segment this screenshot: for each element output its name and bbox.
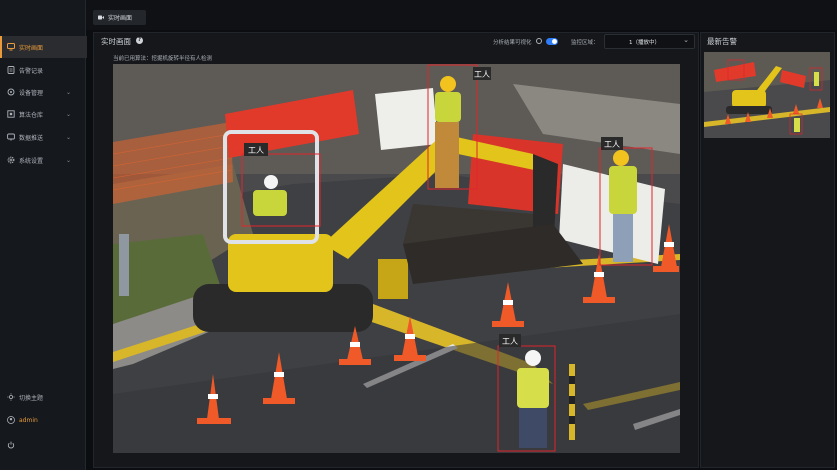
theme-switch-label: 切换主题 <box>19 394 44 402</box>
sun-icon <box>6 393 15 402</box>
alarm-log-icon <box>6 66 15 75</box>
monitor-area-value: 1（播放中） <box>629 39 660 46</box>
logout-button[interactable] <box>0 434 85 456</box>
device-icon <box>6 88 15 97</box>
user-menu[interactable]: admin <box>0 409 85 431</box>
sidebar-item-alarm-log[interactable]: 告警记录 <box>0 59 85 81</box>
sidebar-item-system-settings[interactable]: 系统设置 ⌄ <box>0 149 85 171</box>
push-icon <box>6 133 15 142</box>
detection-label: 工人 <box>474 70 490 79</box>
worker-figure <box>609 150 637 262</box>
worker-figure <box>435 76 461 188</box>
avatar <box>6 416 15 425</box>
alert-thumbnail[interactable] <box>704 52 830 138</box>
live-view-title: 实时画面 <box>101 37 131 46</box>
power-icon <box>6 441 15 450</box>
latest-alerts-title: 最新告警 <box>707 37 737 46</box>
sidebar-item-label: 设备管理 <box>19 89 44 97</box>
sidebar-item-label: 实时画面 <box>19 44 44 52</box>
chevron-down-icon: ⌄ <box>65 88 71 96</box>
sidebar-item-device-management[interactable]: 设备管理 ⌄ <box>0 81 85 103</box>
video-icon <box>98 15 104 20</box>
sidebar: 实时画面 告警记录 设备管理 ⌄ 算法仓库 ⌄ 数据推送 ⌄ 系统设置 ⌄ 切换… <box>0 0 87 470</box>
sidebar-item-label: 告警记录 <box>19 67 44 75</box>
chevron-down-icon: ⌄ <box>65 156 71 164</box>
monitor-area-label: 监控区域： <box>571 40 599 46</box>
sidebar-item-label: 算法仓库 <box>19 111 44 119</box>
chevron-down-icon: ⌄ <box>683 36 689 44</box>
help-icon[interactable]: ? <box>136 37 143 44</box>
monitor-icon <box>6 43 15 52</box>
sidebar-item-algorithm-store[interactable]: 算法仓库 ⌄ <box>0 103 85 125</box>
sidebar-item-data-push[interactable]: 数据推送 ⌄ <box>0 126 85 148</box>
theme-switch-button[interactable]: 切换主题 <box>0 386 85 408</box>
chevron-down-icon: ⌄ <box>65 133 71 141</box>
settings-icon <box>6 156 15 165</box>
info-icon <box>536 38 542 44</box>
tab-live-view[interactable]: 实时画面 <box>93 10 146 25</box>
visualize-toggle[interactable] <box>546 38 558 45</box>
top-bar <box>86 0 837 30</box>
current-algorithm-label: 当前已用算法： <box>113 56 152 62</box>
chevron-down-icon: ⌄ <box>65 110 71 118</box>
sidebar-item-live-view[interactable]: 实时画面 <box>0 36 87 58</box>
detection-label: 工人 <box>604 140 620 149</box>
detection-label: 工人 <box>248 146 264 155</box>
monitor-area-select[interactable]: 1（播放中） ⌄ <box>604 34 695 49</box>
sidebar-item-label: 系统设置 <box>19 157 44 165</box>
detection-label: 工人 <box>502 337 518 346</box>
live-video-frame[interactable]: 工人 工人 工人 工人 <box>113 64 680 453</box>
current-algorithm: 当前已用算法：挖掘机旋转半径有人检测 <box>113 54 212 62</box>
sidebar-item-label: 数据推送 <box>19 134 44 142</box>
tab-label: 实时画面 <box>108 15 133 22</box>
username: admin <box>19 416 38 424</box>
algorithm-icon <box>6 110 15 119</box>
visualize-label: 分析结果可视化 <box>493 40 532 46</box>
current-algorithm-value: 挖掘机旋转半径有人检测 <box>151 56 213 62</box>
